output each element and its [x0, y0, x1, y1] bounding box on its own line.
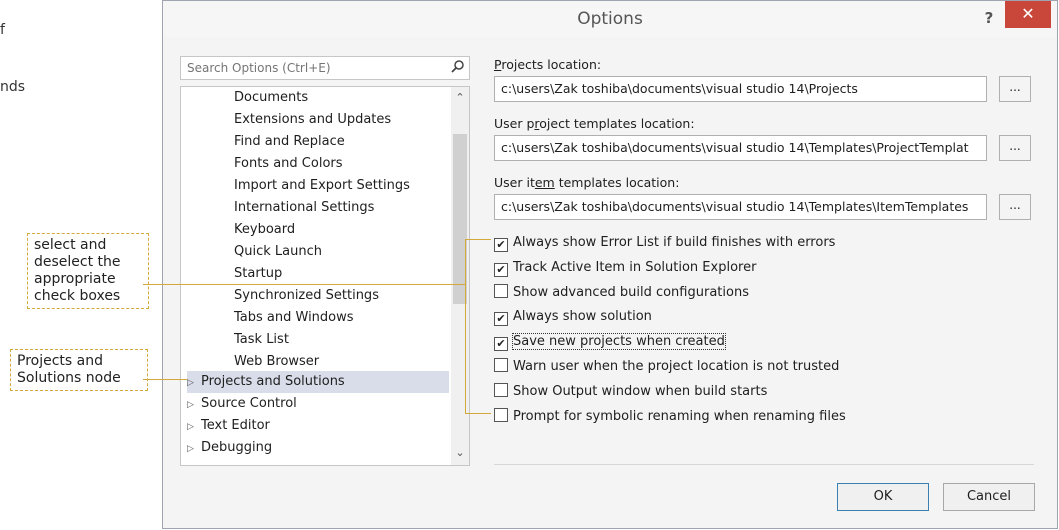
tree-item[interactable]: Keyboard	[234, 219, 295, 241]
checkbox[interactable]	[494, 358, 508, 372]
tree-item[interactable]: Web Browser	[234, 351, 319, 373]
tree-item[interactable]: Quick Launch	[234, 241, 322, 263]
tree-item[interactable]: Synchronized Settings	[234, 285, 379, 307]
search-box[interactable]	[180, 56, 470, 80]
projects-location-field[interactable]: c:\users\Zak toshiba\documents\visual st…	[494, 76, 987, 102]
tree-node-text-editor[interactable]: ▷ Text Editor	[187, 415, 449, 437]
checkbox[interactable]: ✔	[494, 238, 508, 252]
scroll-up-icon[interactable]: ⌃	[451, 91, 469, 104]
expand-arrow-icon[interactable]: ▷	[187, 438, 201, 460]
scroll-down-icon[interactable]: ⌄	[451, 446, 469, 459]
callout-bracket-bottom	[465, 413, 491, 414]
browse-project-templates-button[interactable]: ...	[999, 135, 1031, 161]
checkbox[interactable]	[494, 408, 508, 422]
callout-leader-line	[143, 284, 466, 285]
expand-arrow-icon[interactable]: ▷	[187, 394, 201, 416]
option-always-show-error-list[interactable]: ✔ Always show Error List if build finishe…	[494, 234, 835, 254]
option-track-active-item[interactable]: ✔ Track Active Item in Solution Explorer	[494, 259, 756, 279]
tree-node-label: Source Control	[201, 396, 297, 411]
option-warn-untrusted-location[interactable]: Warn user when the project location is n…	[494, 358, 839, 378]
dialog-title: Options	[577, 9, 643, 29]
tree-item[interactable]: Extensions and Updates	[234, 109, 391, 131]
tree-item[interactable]: Find and Replace	[234, 131, 345, 153]
separator	[494, 464, 1034, 465]
option-prompt-symbolic-renaming[interactable]: Prompt for symbolic renaming when renami…	[494, 408, 846, 428]
title-bar: Options ? ✕	[163, 1, 1057, 37]
background-text: nds	[0, 79, 26, 95]
tree-node-label: Projects and Solutions	[201, 374, 345, 389]
options-tree[interactable]: Documents Extensions and Updates Find an…	[180, 86, 470, 466]
ok-button[interactable]: OK	[837, 483, 929, 511]
tree-item[interactable]: Fonts and Colors	[234, 153, 343, 175]
option-show-advanced-build[interactable]: Show advanced build configurations	[494, 284, 749, 304]
search-icon[interactable]	[451, 59, 465, 77]
option-save-new-projects[interactable]: ✔ Save new projects when created	[494, 333, 726, 353]
item-templates-field[interactable]: c:\users\Zak toshiba\documents\visual st…	[494, 194, 987, 220]
help-button[interactable]: ?	[976, 5, 1002, 31]
checkbox[interactable]: ✔	[494, 312, 508, 326]
tree-node-projects-and-solutions[interactable]: ▷ Projects and Solutions	[187, 371, 449, 393]
options-dialog: Options ? ✕ Documents Extensions and Upd…	[162, 0, 1058, 529]
checkbox[interactable]	[494, 383, 508, 397]
checkmark-icon: ✔	[496, 337, 506, 350]
close-button[interactable]: ✕	[1005, 1, 1051, 28]
tree-node-source-control[interactable]: ▷ Source Control	[187, 393, 449, 415]
checkmark-icon: ✔	[496, 263, 506, 276]
expand-arrow-icon[interactable]: ▷	[187, 416, 201, 438]
tree-item[interactable]: International Settings	[234, 197, 374, 219]
tree-item[interactable]: Documents	[234, 87, 308, 109]
browse-item-templates-button[interactable]: ...	[999, 194, 1031, 220]
callout-checkboxes: select and deselect the appropriate chec…	[27, 233, 149, 309]
tree-item[interactable]: Tabs and Windows	[234, 307, 354, 329]
checkmark-icon: ✔	[496, 238, 506, 251]
checkbox[interactable]	[494, 284, 508, 298]
tree-node-debugging[interactable]: ▷ Debugging	[187, 437, 449, 459]
tree-item[interactable]: Startup	[234, 263, 282, 285]
tree-node-label: Debugging	[201, 440, 273, 455]
checkbox[interactable]: ✔	[494, 337, 508, 351]
tree-item[interactable]: Import and Export Settings	[234, 175, 410, 197]
checkmark-icon: ✔	[496, 312, 506, 325]
callout-bracket-top	[465, 239, 491, 240]
option-show-output-window[interactable]: Show Output window when build starts	[494, 383, 767, 403]
tree-node-label: Text Editor	[201, 418, 270, 433]
item-templates-label: User item templates location:	[494, 175, 680, 190]
callout-bracket-line	[465, 239, 466, 413]
option-always-show-solution[interactable]: ✔ Always show solution	[494, 308, 652, 328]
project-templates-field[interactable]: c:\users\Zak toshiba\documents\visual st…	[494, 135, 987, 161]
checkbox[interactable]: ✔	[494, 263, 508, 277]
browse-projects-button[interactable]: ...	[999, 76, 1031, 102]
callout-node: Projects and Solutions node	[10, 349, 148, 391]
cancel-button[interactable]: Cancel	[943, 483, 1035, 511]
tree-scrollbar[interactable]: ⌃ ⌄	[451, 87, 469, 465]
projects-location-label: Projects location:	[494, 57, 602, 72]
expand-arrow-icon[interactable]: ▷	[187, 372, 201, 394]
tree-item[interactable]: Task List	[234, 329, 289, 351]
search-input[interactable]	[181, 57, 443, 79]
callout-node-line	[143, 379, 187, 380]
project-templates-label: User project templates location:	[494, 116, 695, 131]
background-text: f	[0, 22, 5, 38]
